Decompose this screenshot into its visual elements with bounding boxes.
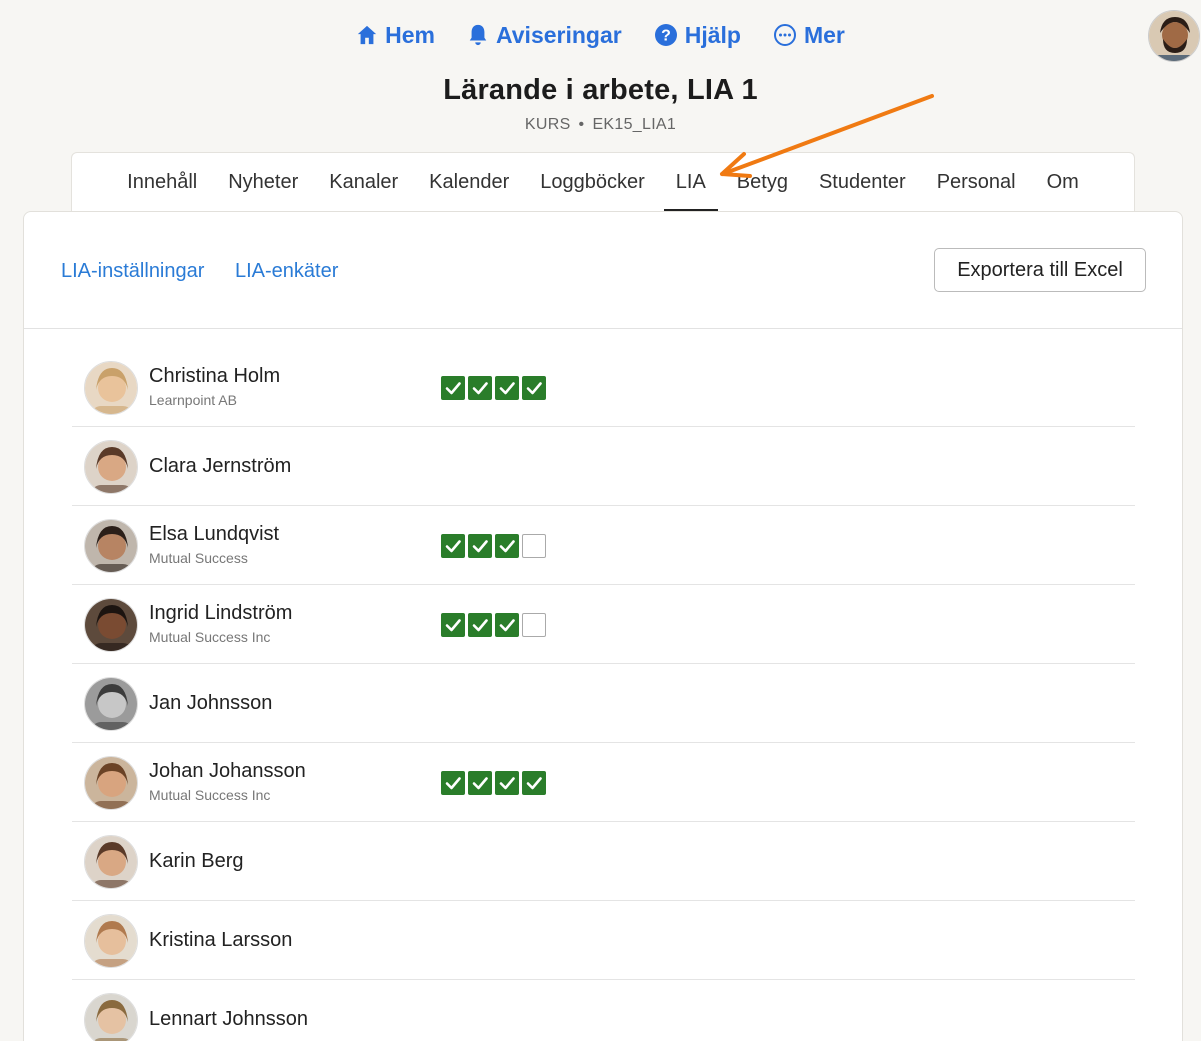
student-row[interactable]: Jan Johnsson xyxy=(72,664,1135,743)
course-code: EK15_LIA1 xyxy=(592,116,677,133)
student-row[interactable]: Lennart Johnsson xyxy=(72,980,1135,1041)
separator-dot: • xyxy=(578,116,585,133)
student-name[interactable]: Johan Johansson xyxy=(149,760,306,783)
checkmark-icon xyxy=(522,376,546,400)
student-company: Mutual Success Inc xyxy=(149,787,271,803)
tab-innehall[interactable]: Innehåll xyxy=(127,153,197,212)
student-avatar xyxy=(84,598,138,652)
student-list: Christina Holm Learnpoint AB Clara Jernstr… xyxy=(72,329,1135,1041)
nav-notifications-label: Aviseringar xyxy=(496,21,622,48)
nav-home[interactable]: Hem xyxy=(356,22,435,49)
progress-checkboxes xyxy=(441,771,546,795)
student-avatar xyxy=(84,756,138,810)
more-icon xyxy=(773,24,796,46)
user-avatar[interactable] xyxy=(1148,10,1200,62)
lia-panel: LIA-inställningar LIA-enkäter Exportera … xyxy=(23,211,1183,1041)
student-name[interactable]: Elsa Lundqvist xyxy=(149,523,279,546)
empty-checkbox xyxy=(522,534,546,558)
lia-subnav: LIA-inställningar LIA-enkäter Exportera … xyxy=(24,212,1182,329)
checkmark-icon xyxy=(441,534,465,558)
student-company: Mutual Success xyxy=(149,550,248,566)
nav-help-label: Hjälp xyxy=(684,21,741,48)
course-type: KURS xyxy=(524,116,571,133)
empty-checkbox xyxy=(522,613,546,637)
checkmark-icon xyxy=(468,534,492,558)
student-name[interactable]: Clara Jernström xyxy=(149,455,291,478)
lia-settings-link[interactable]: LIA-inställningar xyxy=(61,260,204,283)
student-avatar xyxy=(84,677,138,731)
nav-help[interactable]: ? Hjälp xyxy=(654,22,741,49)
student-company: Mutual Success Inc xyxy=(149,629,271,645)
progress-checkboxes xyxy=(441,613,546,637)
student-name[interactable]: Lennart Johnsson xyxy=(149,1008,308,1031)
student-avatar xyxy=(84,519,138,573)
student-name[interactable]: Christina Holm xyxy=(149,365,280,388)
lia-surveys-link[interactable]: LIA-enkäter xyxy=(235,260,338,283)
top-navigation: Hem Aviseringar ? Hjälp Mer xyxy=(0,18,1201,52)
course-subtitle: KURS • EK15_LIA1 xyxy=(0,116,1201,134)
checkmark-icon xyxy=(495,613,519,637)
annotation-arrow xyxy=(720,94,934,178)
page-title: Lärande i arbete, LIA 1 xyxy=(443,74,758,106)
checkmark-icon xyxy=(468,376,492,400)
student-avatar xyxy=(84,361,138,415)
svg-text:?: ? xyxy=(661,28,671,45)
tab-loggbocker[interactable]: Loggböcker xyxy=(540,153,645,212)
student-avatar xyxy=(84,993,138,1041)
nav-home-label: Hem xyxy=(385,21,435,48)
student-row[interactable]: Kristina Larsson xyxy=(72,901,1135,980)
checkmark-icon xyxy=(495,771,519,795)
student-name[interactable]: Kristina Larsson xyxy=(149,929,292,952)
checkmark-icon xyxy=(468,771,492,795)
checkmark-icon xyxy=(495,376,519,400)
student-avatar xyxy=(84,440,138,494)
checkmark-icon xyxy=(468,613,492,637)
progress-checkboxes xyxy=(441,534,546,558)
student-name[interactable]: Jan Johnsson xyxy=(149,692,272,715)
tab-personal[interactable]: Personal xyxy=(937,153,1016,212)
student-row[interactable]: Johan Johansson Mutual Success Inc xyxy=(72,743,1135,822)
nav-more-label: Mer xyxy=(803,21,845,48)
tab-kalender[interactable]: Kalender xyxy=(429,153,509,212)
student-row[interactable]: Elsa Lundqvist Mutual Success xyxy=(72,506,1135,585)
student-row[interactable]: Clara Jernström xyxy=(72,427,1135,506)
checkmark-icon xyxy=(495,534,519,558)
checkmark-icon xyxy=(441,376,465,400)
home-icon xyxy=(357,25,377,45)
student-name[interactable]: Karin Berg xyxy=(149,850,244,873)
student-company: Learnpoint AB xyxy=(149,392,237,408)
student-avatar xyxy=(84,835,138,889)
checkmark-icon xyxy=(522,771,546,795)
bell-icon xyxy=(469,24,487,46)
student-avatar xyxy=(84,914,138,968)
checkmark-icon xyxy=(441,613,465,637)
nav-notifications[interactable]: Aviseringar xyxy=(467,22,622,49)
student-row[interactable]: Karin Berg xyxy=(72,822,1135,901)
student-name[interactable]: Ingrid Lindström xyxy=(149,602,292,625)
course-tabs: Innehåll Nyheter Kanaler Kalender Loggbö… xyxy=(71,152,1135,212)
export-excel-button[interactable]: Exportera till Excel xyxy=(934,248,1146,292)
progress-checkboxes xyxy=(441,376,546,400)
tab-om[interactable]: Om xyxy=(1047,153,1079,212)
checkmark-icon xyxy=(441,771,465,795)
help-icon: ? xyxy=(654,24,677,46)
student-row[interactable]: Christina Holm Learnpoint AB xyxy=(72,329,1135,427)
student-row[interactable]: Ingrid Lindström Mutual Success Inc xyxy=(72,585,1135,664)
tab-nyheter[interactable]: Nyheter xyxy=(228,153,298,212)
tab-kanaler[interactable]: Kanaler xyxy=(329,153,398,212)
nav-more[interactable]: Mer xyxy=(773,22,845,49)
